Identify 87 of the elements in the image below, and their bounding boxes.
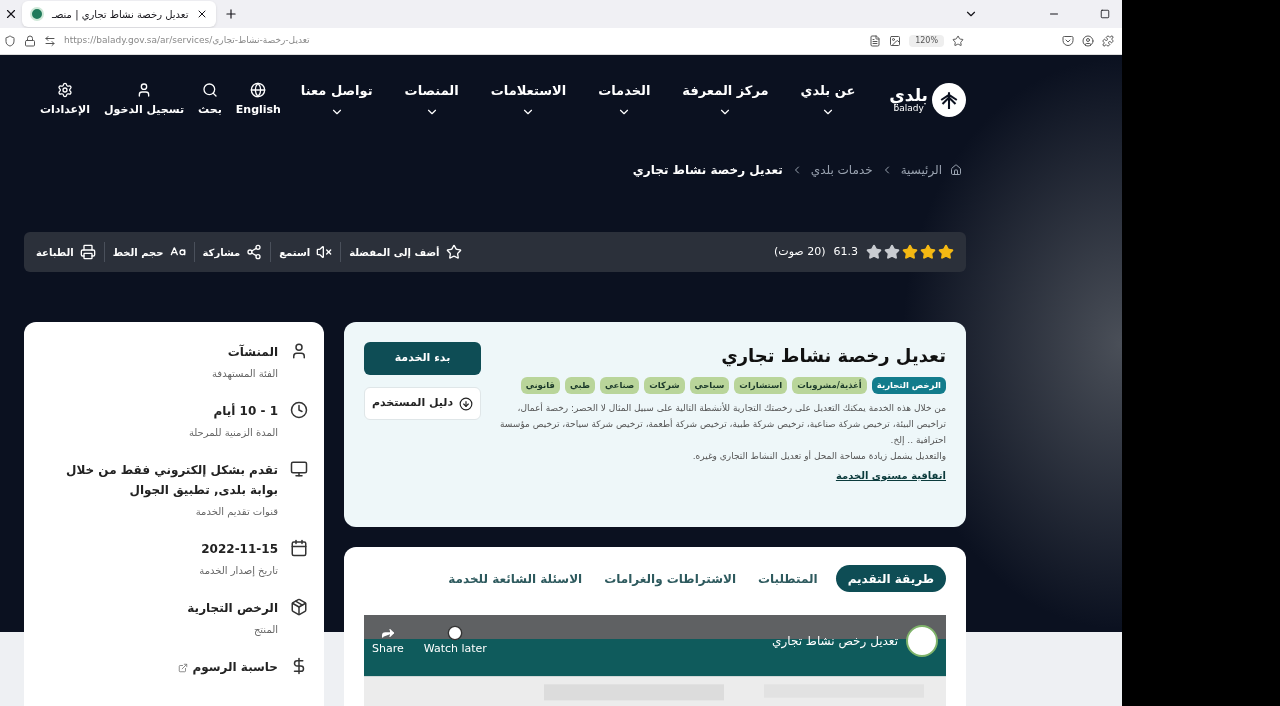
toolbar-button[interactable]: الطباعة xyxy=(36,244,96,260)
pocket-icon[interactable] xyxy=(1062,35,1074,47)
settings-icon xyxy=(57,81,74,98)
browser-tab[interactable]: تعديل رخصة نشاط تجاري | منصـ xyxy=(22,1,217,27)
vote-count: (20 صوت) xyxy=(774,243,826,260)
user-guide-button[interactable]: دليل المستخدم xyxy=(364,387,481,420)
header-action[interactable]: بحث xyxy=(198,81,222,119)
star-icon xyxy=(445,244,462,260)
home-icon xyxy=(950,164,962,176)
header-action[interactable]: الإعدادات xyxy=(40,81,91,119)
header-action[interactable]: تسجيل الدخول xyxy=(104,81,185,119)
video-title: تعديل رخص نشاط تجاري xyxy=(772,633,898,651)
nav-item[interactable]: الخدمات xyxy=(598,81,651,119)
detail-label: تاريخ إصدار الخدمة xyxy=(199,564,278,578)
tag[interactable]: الرخص التجارية xyxy=(871,377,946,394)
detail-label: قنوات تقديم الخدمة xyxy=(194,505,278,519)
tab[interactable]: المتطلبات xyxy=(754,565,822,592)
breadcrumb-item[interactable]: الرئيسية xyxy=(900,161,942,179)
nav-item[interactable]: الاستعلامات xyxy=(490,81,567,119)
toolbar-button[interactable]: أضف إلى المفضلة xyxy=(349,244,462,260)
detail-label: الفئة المستهدفة xyxy=(212,367,278,381)
new-tab-icon[interactable] xyxy=(224,7,239,21)
detail-label: المدة الزمنية للمرحلة xyxy=(188,426,278,440)
tab[interactable]: الاسئلة الشائعة للخدمة xyxy=(444,565,587,592)
toolbar-button[interactable]: حجم الخط xyxy=(112,244,186,260)
tag[interactable]: طبي xyxy=(564,377,595,394)
bookmark-icon[interactable] xyxy=(952,35,964,47)
description-text: والتعديل يشمل زيادة مساحة المحل أو تعديل النشاط التجاري وغيره. xyxy=(691,449,946,463)
nav-item[interactable]: مركز المعرفة xyxy=(682,81,769,119)
star-icon xyxy=(938,244,954,260)
external-link-icon xyxy=(178,662,189,673)
user-icon xyxy=(290,342,308,360)
tag[interactable]: سياحي xyxy=(689,377,730,394)
mute-icon xyxy=(316,244,333,260)
print-icon xyxy=(79,244,96,260)
share-button[interactable]: Share xyxy=(372,625,404,658)
sla-link[interactable]: اتفاقية مستوى الخدمة xyxy=(835,467,946,483)
restore-icon[interactable] xyxy=(1100,9,1110,19)
service-title: تعديل رخصة نشاط تجاري xyxy=(720,344,946,369)
tag[interactable]: استشارات xyxy=(734,377,788,394)
header-action[interactable]: English xyxy=(235,81,281,119)
account-icon[interactable] xyxy=(1082,35,1094,47)
watch-later-button[interactable]: Watch later xyxy=(423,625,487,658)
nav-item[interactable]: عن بلدي xyxy=(800,81,856,119)
url-field[interactable]: https://balady.gov.sa/ar/services/تعديل-رخصة-نشاط-تجاري xyxy=(64,34,862,48)
tag[interactable]: أغذية/مشروبات xyxy=(792,377,867,394)
search-icon xyxy=(201,81,218,98)
lock-icon[interactable] xyxy=(24,35,36,47)
star-icon xyxy=(902,244,918,260)
tab-title: تعديل رخصة نشاط تجاري | منصـ xyxy=(52,7,189,22)
download-icon xyxy=(459,396,474,411)
star-rating[interactable] xyxy=(866,244,954,260)
detail-value: 1 - 10 أيام xyxy=(212,402,278,421)
tab[interactable]: الاشتراطات والغرامات xyxy=(600,565,740,592)
toolbar-button[interactable]: مشاركة xyxy=(202,244,263,260)
image-icon[interactable] xyxy=(889,35,902,47)
rating-score: 61.3 xyxy=(833,243,858,260)
tag[interactable]: قانوني xyxy=(520,377,560,394)
detail-label: المنتج xyxy=(252,623,278,637)
close-icon[interactable] xyxy=(4,7,18,21)
zoom-level[interactable]: 120% xyxy=(909,35,944,47)
star-icon xyxy=(920,244,936,260)
tag[interactable]: شركات xyxy=(644,377,685,394)
extensions-icon[interactable] xyxy=(1102,35,1114,47)
breadcrumb-item[interactable]: خدمات بلدي xyxy=(810,161,873,179)
detail-value[interactable]: حاسبة الرسوم xyxy=(178,657,278,677)
shield-icon[interactable] xyxy=(4,35,16,47)
monitor-icon xyxy=(290,460,308,478)
arrows-icon[interactable] xyxy=(44,35,56,47)
detail-value: تقدم بشكل إلكتروني فقط من خلال بوابة بلدى, تطبيق الجوال xyxy=(65,462,278,500)
detail-value: 2022-11-15 xyxy=(200,541,278,558)
detail-value: المنشآت xyxy=(226,343,278,361)
nav-item[interactable]: تواصل معنا xyxy=(300,81,373,119)
star-icon xyxy=(884,244,900,260)
nav-item[interactable]: المنصات xyxy=(404,81,459,119)
toolbar-button[interactable]: استمع xyxy=(279,244,333,260)
star-icon xyxy=(866,244,882,260)
description-text: من خلال هذه الخدمة يمكنك التعديل على رخصتك التجارية للأنشطة التالية على سبيل المثال لا الحصر: رخصة أعمال، تراخيص البيئة، ترخيص شركة صناعية، ترخيص شركة طبية، ترخيص شركة أطعمة، ترخيص شركة سياحة، ترخيص مؤسسة احترافية .. إلخ. xyxy=(499,401,946,447)
tag[interactable]: صناعي xyxy=(600,377,640,394)
box-icon xyxy=(290,598,308,616)
reader-icon[interactable] xyxy=(869,35,882,47)
detail-value: الرخص التجارية xyxy=(187,600,278,617)
share-icon xyxy=(246,244,263,260)
breadcrumb-item: تعديل رخصة نشاط تجاري xyxy=(632,162,783,179)
calendar-icon xyxy=(290,539,308,557)
tab[interactable]: طريقة التقديم xyxy=(835,565,946,592)
start-service-button[interactable]: بدء الخدمة xyxy=(364,342,481,375)
